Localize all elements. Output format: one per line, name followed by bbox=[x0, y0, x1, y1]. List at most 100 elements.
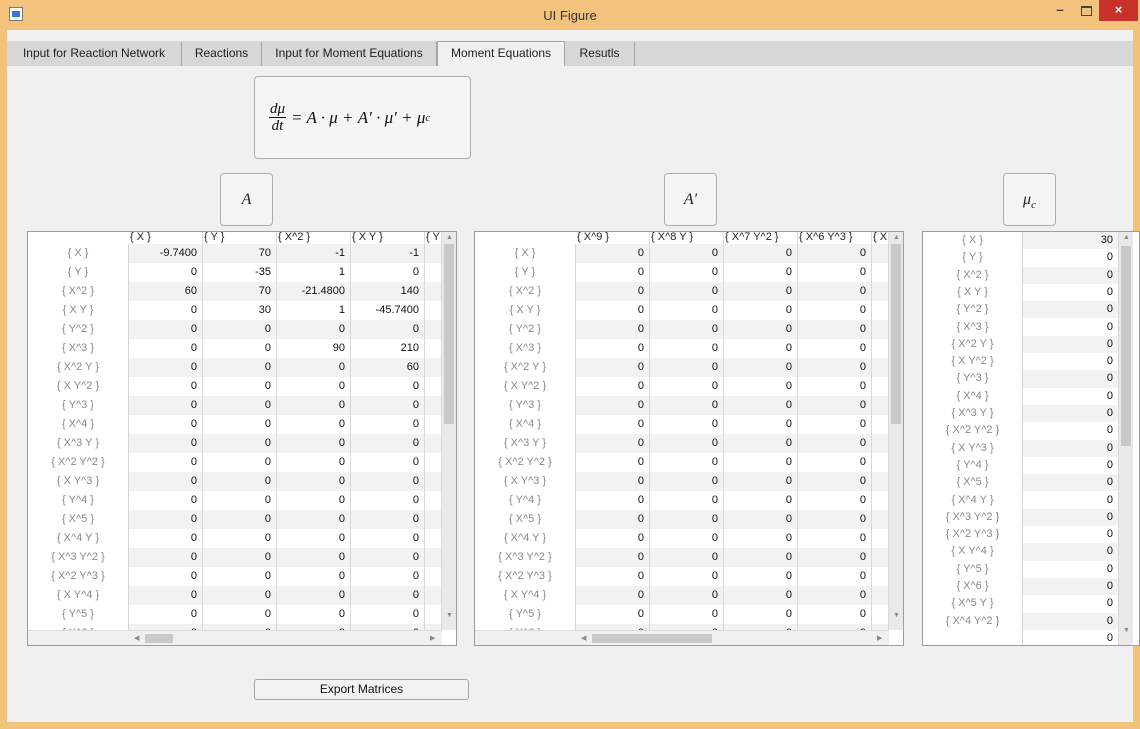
table-cell[interactable]: 0 bbox=[277, 529, 351, 548]
table-cell[interactable]: 0 bbox=[203, 472, 277, 491]
table-cell[interactable]: 0 bbox=[650, 510, 724, 529]
table-cell[interactable]: 0 bbox=[351, 415, 425, 434]
table-cell[interactable]: 0 bbox=[129, 472, 203, 491]
table-cell[interactable]: -1 bbox=[351, 244, 425, 263]
table-cell[interactable]: 0 bbox=[129, 510, 203, 529]
table-cell[interactable]: 0 bbox=[576, 301, 650, 320]
table-cell[interactable]: 0 bbox=[1023, 370, 1119, 388]
table-cell[interactable]: 0 bbox=[277, 453, 351, 472]
scroll-down-icon[interactable]: ▼ bbox=[893, 612, 900, 620]
table-cell[interactable]: 0 bbox=[650, 244, 724, 263]
table-cell[interactable]: 0 bbox=[576, 548, 650, 567]
vector-mu-c-table[interactable]: { X } 30{ Y } 0{ X^2 } 0{ X Y } 0{ Y^2 } 0{ X… bbox=[922, 231, 1140, 646]
table-cell[interactable]: 0 bbox=[1023, 266, 1119, 284]
table-cell[interactable]: -35 bbox=[203, 263, 277, 282]
table-cell[interactable]: 0 bbox=[724, 377, 798, 396]
table-cell[interactable]: 30 bbox=[203, 301, 277, 320]
table-cell[interactable]: 0 bbox=[1023, 612, 1119, 630]
table-cell[interactable]: 0 bbox=[650, 529, 724, 548]
table-cell[interactable]: 0 bbox=[1023, 578, 1119, 596]
table-cell[interactable]: 0 bbox=[1023, 318, 1119, 336]
table-cell[interactable]: 0 bbox=[724, 301, 798, 320]
table-cell[interactable]: 0 bbox=[650, 339, 724, 358]
table-cell[interactable]: 0 bbox=[277, 605, 351, 624]
table-cell[interactable]: 0 bbox=[351, 320, 425, 339]
table-cell[interactable]: 0 bbox=[724, 510, 798, 529]
table-cell[interactable]: 0 bbox=[351, 377, 425, 396]
table-cell[interactable]: 0 bbox=[724, 491, 798, 510]
table-cell[interactable]: 0 bbox=[129, 434, 203, 453]
table-cell[interactable]: 0 bbox=[576, 358, 650, 377]
tab-results[interactable]: Resutls bbox=[565, 42, 635, 66]
table-cell[interactable]: 0 bbox=[650, 282, 724, 301]
table-cell[interactable]: 0 bbox=[351, 548, 425, 567]
table-cell[interactable]: 0 bbox=[277, 510, 351, 529]
table-cell[interactable]: 0 bbox=[129, 605, 203, 624]
table-cell[interactable]: 0 bbox=[650, 567, 724, 586]
table-cell[interactable]: 0 bbox=[576, 263, 650, 282]
table-cell[interactable]: 0 bbox=[576, 396, 650, 415]
tab-moment-equations[interactable]: Moment Equations bbox=[437, 41, 565, 67]
scroll-up-icon[interactable]: ▲ bbox=[893, 234, 900, 242]
table-cell[interactable]: 0 bbox=[724, 339, 798, 358]
table-cell[interactable]: -1 bbox=[277, 244, 351, 263]
table-cell[interactable]: 70 bbox=[203, 244, 277, 263]
table-cell[interactable]: 0 bbox=[798, 358, 872, 377]
table-cell[interactable]: 0 bbox=[798, 339, 872, 358]
table-cell[interactable]: 0 bbox=[1023, 353, 1119, 371]
table-cell[interactable]: 0 bbox=[576, 510, 650, 529]
table-cell[interactable]: 0 bbox=[650, 377, 724, 396]
matrix-a-prime-table[interactable]: { X^9 }{ X^8 Y }{ X^7 Y^2 }{ X^6 Y^3 }{ … bbox=[474, 231, 904, 646]
table-cell[interactable]: 0 bbox=[798, 415, 872, 434]
table-cell[interactable]: 0 bbox=[203, 510, 277, 529]
table-cell[interactable]: 0 bbox=[351, 586, 425, 605]
table-cell[interactable]: 0 bbox=[798, 396, 872, 415]
table-cell[interactable]: 0 bbox=[1023, 283, 1119, 302]
table-cell[interactable]: 0 bbox=[277, 377, 351, 396]
table-cell[interactable]: 0 bbox=[129, 548, 203, 567]
table-cell[interactable]: 0 bbox=[724, 529, 798, 548]
table-cell[interactable]: 0 bbox=[1023, 526, 1119, 544]
table-cell[interactable]: 0 bbox=[724, 567, 798, 586]
table-cell[interactable]: 70 bbox=[203, 282, 277, 301]
table-cell[interactable]: 0 bbox=[650, 548, 724, 567]
table-cell[interactable]: 0 bbox=[650, 472, 724, 491]
table-cell[interactable]: 0 bbox=[650, 491, 724, 510]
table-cell[interactable]: 0 bbox=[1023, 439, 1119, 457]
table-cell[interactable]: 0 bbox=[798, 263, 872, 282]
maximize-button[interactable] bbox=[1073, 0, 1099, 21]
table-cell[interactable]: 0 bbox=[576, 491, 650, 510]
scroll-left-icon[interactable]: ◀ bbox=[581, 635, 586, 643]
table-cell[interactable]: 0 bbox=[203, 415, 277, 434]
table-cell[interactable]: 0 bbox=[724, 434, 798, 453]
table-cell[interactable]: 0 bbox=[129, 396, 203, 415]
table-cell[interactable]: 0 bbox=[129, 491, 203, 510]
table-cell[interactable]: 90 bbox=[277, 339, 351, 358]
table-cell[interactable]: 0 bbox=[650, 358, 724, 377]
table-cell[interactable]: 0 bbox=[650, 320, 724, 339]
table-cell[interactable]: 0 bbox=[351, 396, 425, 415]
table-cell[interactable]: 0 bbox=[1023, 543, 1119, 561]
matrix-a-prime-hscroll[interactable]: ◀ ▶ bbox=[475, 630, 889, 645]
table-cell[interactable]: 60 bbox=[129, 282, 203, 301]
table-cell[interactable]: 0 bbox=[798, 453, 872, 472]
matrix-a-vscroll[interactable]: ▲ ▼ bbox=[442, 232, 456, 630]
table-cell[interactable]: 0 bbox=[576, 339, 650, 358]
table-cell[interactable]: 0 bbox=[351, 434, 425, 453]
table-cell[interactable]: 0 bbox=[650, 453, 724, 472]
table-cell[interactable]: 0 bbox=[576, 567, 650, 586]
table-cell[interactable]: 0 bbox=[650, 415, 724, 434]
scroll-right-icon[interactable]: ▶ bbox=[430, 635, 435, 643]
table-cell[interactable]: 0 bbox=[798, 282, 872, 301]
table-cell[interactable]: -45.7400 bbox=[351, 301, 425, 320]
matrix-a-table[interactable]: { X }{ Y }{ X^2 }{ X Y }{ Y { X } -9.7400… bbox=[27, 231, 457, 646]
table-cell[interactable]: 0 bbox=[724, 453, 798, 472]
table-cell[interactable]: 0 bbox=[724, 358, 798, 377]
table-cell[interactable]: 0 bbox=[798, 605, 872, 624]
matrix-a-prime-vscroll-thumb[interactable] bbox=[891, 244, 901, 424]
table-cell[interactable]: 140 bbox=[351, 282, 425, 301]
table-cell[interactable]: 0 bbox=[129, 358, 203, 377]
table-cell[interactable]: 0 bbox=[277, 586, 351, 605]
table-cell[interactable]: 210 bbox=[351, 339, 425, 358]
scroll-down-icon[interactable]: ▼ bbox=[446, 612, 453, 620]
